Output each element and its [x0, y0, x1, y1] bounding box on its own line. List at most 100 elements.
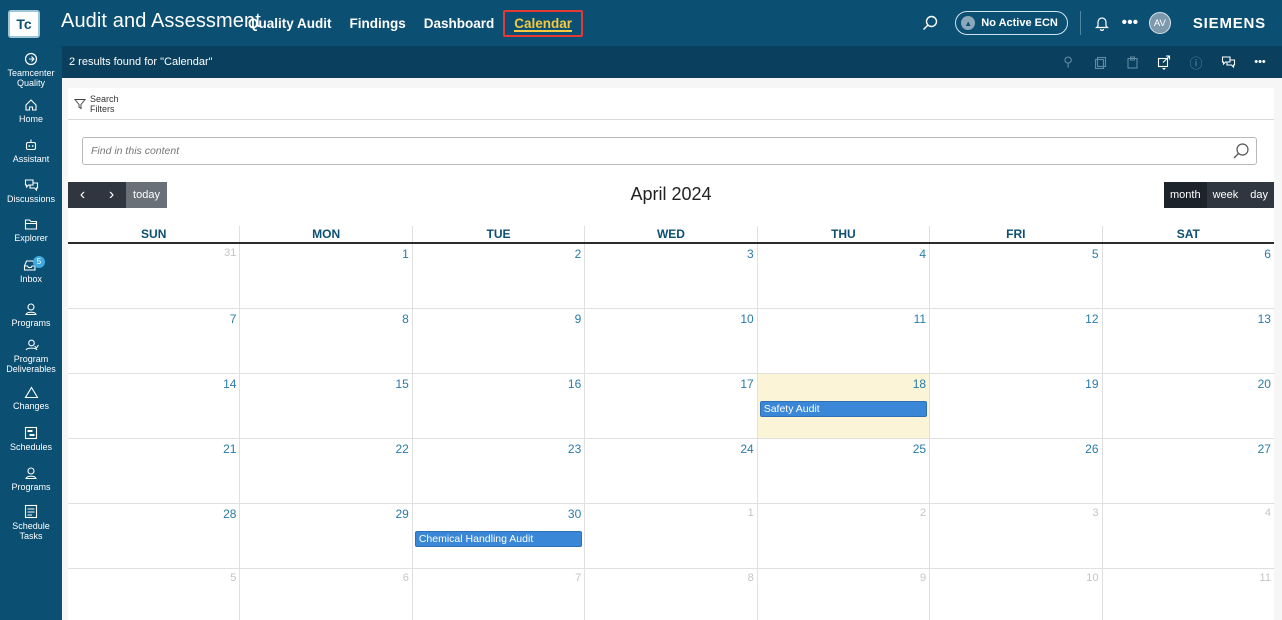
day-number[interactable]: 17: [740, 377, 753, 391]
day-number[interactable]: 5: [230, 572, 236, 584]
avatar[interactable]: AV: [1148, 12, 1171, 34]
info-icon[interactable]: ⓘ: [1186, 52, 1206, 72]
rail-item-schedule-tasks[interactable]: Schedule Tasks: [0, 504, 62, 541]
day-cell[interactable]: 4: [1101, 504, 1274, 568]
day-cell[interactable]: 7: [68, 309, 239, 373]
day-number[interactable]: 10: [740, 312, 753, 326]
rail-item-changes[interactable]: Changes: [0, 386, 62, 411]
day-cell[interactable]: 8: [239, 309, 411, 373]
view-week-button[interactable]: week: [1206, 182, 1245, 208]
day-cell[interactable]: 12: [929, 309, 1101, 373]
day-cell[interactable]: 16: [411, 374, 584, 438]
day-number[interactable]: 20: [1258, 377, 1271, 391]
day-number[interactable]: 4: [919, 247, 926, 261]
day-number[interactable]: 3: [747, 247, 754, 261]
day-number[interactable]: 2: [920, 507, 926, 519]
teamcenter-logo[interactable]: Tc: [8, 10, 40, 38]
rail-item-program-deliverables[interactable]: Program Deliverables: [0, 338, 62, 374]
day-number[interactable]: 7: [230, 312, 237, 326]
day-cell[interactable]: 19: [929, 374, 1101, 438]
day-cell[interactable]: 6: [239, 569, 411, 620]
day-cell[interactable]: 31: [68, 244, 239, 308]
day-cell[interactable]: 13: [1101, 309, 1274, 373]
day-number[interactable]: 24: [740, 442, 753, 456]
day-cell[interactable]: 21: [68, 439, 239, 503]
day-number[interactable]: 28: [223, 507, 236, 521]
day-number[interactable]: 12: [1085, 312, 1098, 326]
bell-icon[interactable]: [1093, 12, 1111, 34]
day-cell[interactable]: 8: [584, 569, 756, 620]
pin-icon[interactable]: ⚲: [1058, 52, 1078, 72]
day-cell[interactable]: 25: [756, 439, 929, 503]
day-cell[interactable]: 26: [929, 439, 1101, 503]
rail-item-assistant[interactable]: Assistant: [0, 138, 62, 164]
day-cell[interactable]: 22: [239, 439, 411, 503]
day-cell[interactable]: 3: [929, 504, 1101, 568]
copy-icon[interactable]: [1090, 52, 1110, 72]
rail-item-programs[interactable]: Programs: [0, 302, 62, 328]
day-number[interactable]: 2: [575, 247, 582, 261]
day-number[interactable]: 23: [568, 442, 581, 456]
view-day-button[interactable]: day: [1244, 182, 1274, 208]
nav-dashboard[interactable]: Dashboard: [424, 16, 495, 31]
day-cell[interactable]: 1: [239, 244, 411, 308]
day-number[interactable]: 29: [395, 507, 408, 521]
view-month-button[interactable]: month: [1163, 182, 1207, 208]
nav-findings[interactable]: Findings: [350, 16, 406, 31]
calendar-event[interactable]: Safety Audit: [759, 401, 928, 417]
day-cell[interactable]: 15: [239, 374, 411, 438]
day-number[interactable]: 3: [1092, 507, 1098, 519]
day-number[interactable]: 18: [913, 377, 926, 391]
day-number[interactable]: 9: [920, 572, 926, 584]
more-icon[interactable]: •••: [1121, 12, 1139, 34]
day-cell[interactable]: 6: [1101, 244, 1274, 308]
day-number[interactable]: 4: [1265, 507, 1271, 519]
rail-item-inbox[interactable]: 5 Inbox: [0, 256, 62, 284]
day-cell[interactable]: 5: [68, 569, 239, 620]
day-number[interactable]: 1: [402, 247, 409, 261]
search-filters-bar[interactable]: Search Filters: [68, 88, 1274, 120]
day-cell[interactable]: 17: [584, 374, 756, 438]
nav-calendar[interactable]: Calendar: [503, 9, 584, 37]
day-cell[interactable]: 24: [584, 439, 756, 503]
day-number[interactable]: 5: [1092, 247, 1099, 261]
share-icon[interactable]: [1154, 52, 1174, 72]
day-number[interactable]: 14: [223, 377, 236, 391]
day-cell[interactable]: 9: [411, 309, 584, 373]
day-cell[interactable]: 28: [68, 504, 239, 568]
day-number[interactable]: 19: [1085, 377, 1098, 391]
day-cell[interactable]: 18 Safety Audit: [756, 374, 930, 438]
day-cell[interactable]: 7: [411, 569, 584, 620]
day-number[interactable]: 11: [914, 312, 926, 326]
day-number[interactable]: 25: [913, 442, 926, 456]
day-number[interactable]: 30: [568, 507, 581, 521]
rail-item-programs-2[interactable]: Programs: [0, 466, 62, 492]
day-number[interactable]: 8: [748, 572, 754, 584]
day-number[interactable]: 31: [224, 247, 236, 259]
day-cell[interactable]: 9: [756, 569, 929, 620]
day-number[interactable]: 6: [403, 572, 409, 584]
rail-item-explorer[interactable]: Explorer: [0, 218, 62, 243]
rail-item-discussions[interactable]: Discussions: [0, 178, 62, 204]
search-icon[interactable]: [919, 12, 941, 34]
day-cell[interactable]: 10: [584, 309, 756, 373]
day-number[interactable]: 13: [1258, 312, 1271, 326]
more-options-icon[interactable]: •••: [1250, 52, 1270, 72]
day-number[interactable]: 22: [395, 442, 408, 456]
day-number[interactable]: 21: [223, 442, 236, 456]
day-cell[interactable]: 23: [411, 439, 584, 503]
find-in-content-input[interactable]: Find in this content: [82, 137, 1257, 165]
day-cell[interactable]: 20: [1101, 374, 1274, 438]
day-cell[interactable]: 1: [584, 504, 756, 568]
day-cell[interactable]: 10: [929, 569, 1101, 620]
day-number[interactable]: 8: [402, 312, 409, 326]
nav-quality-audit[interactable]: Quality Audit: [248, 16, 332, 31]
day-cell[interactable]: 14: [68, 374, 239, 438]
day-cell[interactable]: 27: [1101, 439, 1274, 503]
day-number[interactable]: 1: [748, 507, 754, 519]
day-number[interactable]: 16: [568, 377, 581, 391]
day-number[interactable]: 6: [1264, 247, 1271, 261]
day-cell[interactable]: 4: [756, 244, 929, 308]
day-cell[interactable]: 2: [756, 504, 929, 568]
day-cell[interactable]: 29: [239, 504, 411, 568]
